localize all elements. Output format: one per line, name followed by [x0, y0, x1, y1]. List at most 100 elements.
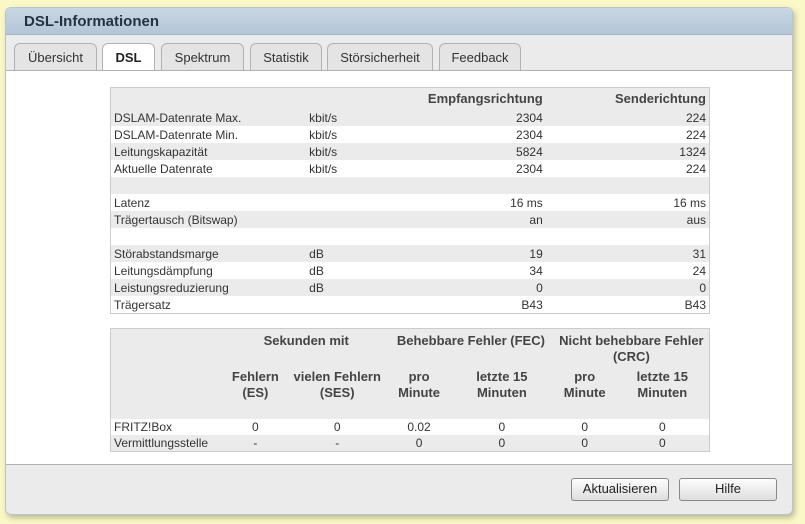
- header-crc-per-minute: pro Minute: [553, 365, 616, 419]
- row-downstream-value: 2304: [516, 127, 543, 142]
- row-downstream-value: [386, 228, 546, 245]
- row-label: [111, 228, 307, 245]
- row-downstream-value: 2304: [516, 161, 543, 176]
- row-downstream-value: 19: [385, 245, 546, 262]
- table-row: Trägertausch (Bitswap) an aus: [110, 211, 710, 228]
- dsl-rates-table: Empfangsrichtung Senderichtung DSLAM-Dat…: [110, 87, 710, 314]
- row-unit: kbit/s: [306, 143, 386, 160]
- row-label: Leistungsreduzierung: [110, 279, 307, 296]
- row-downstream-value: 16 ms: [510, 195, 543, 210]
- cell-fec-15: 0: [450, 435, 554, 452]
- row-label: Leitungsdämpfung: [114, 263, 213, 278]
- row-label: Leitungskapazität: [110, 143, 307, 160]
- errors-body: FRITZ!Box 0 0 0.02 0 0 0 Vermittlungsstelle - -0 0…: [110, 419, 710, 452]
- tab-feedback[interactable]: Feedback: [439, 43, 521, 71]
- cell-fec-min: 0.02: [407, 420, 431, 434]
- tab-uebersicht[interactable]: Übersicht: [14, 43, 97, 71]
- row-unit: [306, 211, 386, 228]
- cell-crc-min: 0: [581, 420, 589, 434]
- row-label: Latenz: [114, 195, 151, 210]
- table-row: Leitungskapazität kbit/s 5824 1324: [110, 143, 710, 160]
- table-row: Vermittlungsstelle - -0 0 0 0: [110, 435, 710, 452]
- row-unit: [306, 228, 386, 245]
- column-header-downstream: Empfangsrichtung: [385, 87, 546, 109]
- row-label: Trägertausch (Bitswap): [110, 211, 307, 228]
- title-bar: DSL-Informationen: [6, 8, 792, 35]
- cell-ses: -: [286, 435, 389, 452]
- row-upstream-value: 224: [685, 161, 706, 176]
- row-label: [110, 177, 307, 194]
- cell-fec-15: 0: [498, 420, 506, 434]
- header-fec: Behebbare Fehler (FEC): [388, 328, 554, 365]
- row-downstream-value: 0: [385, 279, 546, 296]
- cell-label: FRITZ!Box: [114, 420, 173, 434]
- refresh-button[interactable]: Aktualisieren: [571, 478, 669, 501]
- row-label: DSLAM-Datenrate Min.: [114, 127, 239, 142]
- row-upstream-value: 224: [685, 127, 706, 142]
- row-downstream-value: 34: [529, 263, 543, 278]
- table-header-row: Empfangsrichtung Senderichtung: [110, 87, 710, 109]
- row-downstream-value: 5824: [385, 143, 546, 160]
- row-upstream-value: 1324: [545, 143, 710, 160]
- error-group-header-row: Sekunden mit Behebbare Fehler (FEC) Nich…: [110, 328, 710, 365]
- row-upstream-value: 224: [545, 109, 710, 126]
- tab-statistik[interactable]: Statistik: [250, 43, 322, 71]
- cell-crc-min: 0: [553, 435, 616, 452]
- table-row: Latenz 16 ms 16 ms: [111, 194, 710, 211]
- header-ses: vielen Fehlern (SES): [286, 365, 389, 419]
- row-upstream-value: [546, 228, 710, 245]
- cell-es: -: [224, 435, 287, 452]
- cell-label: Vermittlungsstelle: [110, 435, 225, 452]
- tab-spektrum[interactable]: Spektrum: [161, 43, 244, 71]
- error-sub-header-row: Fehlern (ES) vielen Fehlern (SES) pro Mi…: [110, 365, 710, 419]
- table-row: FRITZ!Box 0 0 0.02 0 0 0: [111, 419, 710, 435]
- tab-content: Empfangsrichtung Senderichtung DSLAM-Dat…: [6, 70, 792, 465]
- row-label: Aktuelle Datenrate: [114, 161, 213, 176]
- header-seconds-with: Sekunden mit: [224, 328, 389, 365]
- row-label: Trägersatz: [114, 297, 171, 312]
- help-button[interactable]: Hilfe: [679, 478, 777, 501]
- error-statistics-table: Sekunden mit Behebbare Fehler (FEC) Nich…: [110, 328, 710, 452]
- cell-crc-15: 0: [658, 420, 666, 434]
- header-crc-last-15: letzte 15 Minuten: [615, 365, 710, 419]
- row-unit: dB: [306, 279, 386, 296]
- row-unit: [306, 296, 386, 314]
- row-unit: kbit/s: [306, 109, 386, 126]
- row-label: Störabstandsmarge: [110, 245, 307, 262]
- dsl-info-panel: DSL-Informationen Übersicht DSL Spektrum…: [5, 7, 793, 515]
- table-row: Störabstandsmarge dB 19 31: [110, 245, 710, 262]
- cell-ses: 0: [333, 420, 341, 434]
- header-fec-last-15: letzte 15 Minuten: [450, 365, 554, 419]
- table-row: Leitungsdämpfung dB 34 24: [111, 262, 710, 279]
- row-unit: [306, 194, 386, 211]
- table-row: Leistungsreduzierung dB 0 0: [110, 279, 710, 296]
- cell-fec-min: 0: [388, 435, 450, 452]
- header-fec-per-minute: pro Minute: [388, 365, 450, 419]
- row-downstream-value: B43: [521, 297, 543, 312]
- row-upstream-value: 0: [545, 279, 710, 296]
- row-unit: dB: [309, 263, 324, 278]
- tab-stoersicherheit[interactable]: Störsicherheit: [327, 43, 433, 71]
- row-upstream-value: B43: [684, 297, 706, 312]
- table-row: DSLAM-Datenrate Min. kbit/s 2304 224: [111, 126, 710, 143]
- spacer-row: [110, 177, 710, 194]
- row-upstream-value: 24: [692, 263, 706, 278]
- page-title: DSL-Informationen: [24, 13, 159, 30]
- row-upstream-value: [545, 177, 710, 194]
- row-unit: kbit/s: [309, 127, 338, 142]
- spacer-row: [111, 228, 710, 245]
- row-downstream-value: [385, 177, 546, 194]
- tab-dsl[interactable]: DSL: [102, 43, 155, 72]
- table-row: Trägersatz B43 B43: [111, 296, 710, 314]
- row-downstream-value: an: [385, 211, 546, 228]
- row-label: DSLAM-Datenrate Max.: [110, 109, 307, 126]
- row-unit: [306, 177, 386, 194]
- row-upstream-value: aus: [545, 211, 710, 228]
- column-header-upstream: Senderichtung: [545, 87, 710, 109]
- table-row: Aktuelle Datenrate kbit/s 2304 224: [111, 160, 710, 177]
- row-unit: kbit/s: [309, 161, 338, 176]
- header-crc: Nicht behebbare Fehler (CRC): [553, 328, 710, 365]
- table-row: DSLAM-Datenrate Max. kbit/s 2304 224: [110, 109, 710, 126]
- cell-crc-15: 0: [615, 435, 710, 452]
- row-upstream-value: 31: [545, 245, 710, 262]
